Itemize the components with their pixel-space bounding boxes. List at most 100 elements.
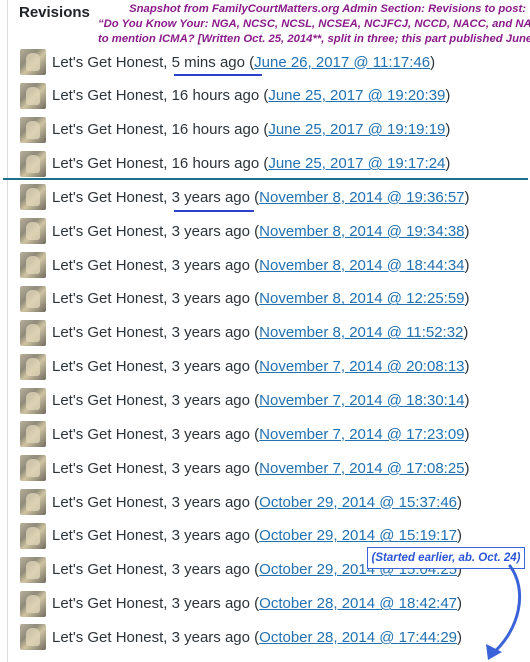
revision-date-link[interactable]: November 7, 2014 @ 20:08:13 [259, 358, 464, 375]
revision-paren-close: ) [464, 256, 470, 274]
revision-time-ago: 16 hours ago [171, 155, 260, 173]
revision-time-ago: 16 hours ago [171, 121, 260, 139]
revision-date-link[interactable]: November 8, 2014 @ 18:44:34 [259, 257, 464, 274]
author-avatar [20, 150, 46, 177]
revision-paren-close: ) [457, 527, 463, 545]
revisions-page: Revisions Snapshot from FamilyCourtMatte… [0, 0, 530, 662]
author-avatar [20, 489, 46, 516]
revision-author: Let's Get Honest, [52, 493, 172, 511]
panel-border [7, 0, 8, 662]
revision-text: Let's Get Honest, 3 years ago (October 2… [52, 527, 462, 544]
revision-author: Let's Get Honest, [52, 425, 172, 443]
revision-author: Let's Get Honest, [52, 358, 172, 376]
revision-text: Let's Get Honest, 3 years ago (October 2… [52, 595, 462, 612]
revision-author: Let's Get Honest, [52, 595, 172, 613]
revision-paren-close: ) [445, 87, 451, 105]
revision-date-link[interactable]: November 8, 2014 @ 11:52:32 [259, 324, 463, 341]
revision-date-link[interactable]: June 25, 2017 @ 19:17:24 [268, 155, 445, 172]
revision-text: Let's Get Honest, 3 years ago (November … [52, 290, 470, 307]
revision-author: Let's Get Honest, [52, 87, 172, 105]
revision-paren-close: ) [464, 459, 470, 477]
revision-date-link[interactable]: November 8, 2014 @ 19:36:57 [259, 189, 464, 206]
revision-date-link[interactable]: October 28, 2014 @ 18:42:47 [259, 595, 457, 612]
revision-paren-open: ( [249, 527, 260, 545]
revision-row: Let's Get Honest, 3 years ago (November … [20, 217, 470, 245]
revision-row: Let's Get Honest, 3 years ago (November … [20, 353, 470, 381]
author-avatar [20, 116, 46, 143]
revision-date-link[interactable]: June 25, 2017 @ 19:19:19 [268, 121, 445, 138]
revision-text: Let's Get Honest, 5 mins ago (June 26, 2… [52, 54, 435, 71]
highlight-underline-3-years [174, 210, 254, 212]
snapshot-note-line-3: to mention ICMA? [Written Oct. 25, 2014*… [98, 33, 530, 45]
snapshot-note-line-2: “Do You Know Your: NGA, NCSC, NCSL, NCSE… [98, 18, 530, 30]
revision-time-ago: 3 years ago [171, 290, 250, 308]
revision-time-ago: 16 hours ago [171, 87, 260, 105]
revision-date-link[interactable]: October 28, 2014 @ 17:44:29 [259, 629, 457, 646]
revision-paren-close: ) [464, 222, 470, 240]
revision-date-link[interactable]: November 8, 2014 @ 12:25:59 [259, 290, 464, 307]
revision-time-ago: 3 years ago [171, 561, 250, 579]
revision-paren-open: ( [249, 392, 260, 409]
revision-author: Let's Get Honest, [52, 324, 172, 342]
revision-author: Let's Get Honest, [52, 628, 172, 646]
highlight-underline-5-mins [174, 74, 262, 76]
revision-paren-open: ( [249, 324, 260, 342]
revision-date-link[interactable]: November 7, 2014 @ 18:30:14 [259, 392, 464, 409]
revision-paren-open: ( [244, 53, 255, 71]
revision-paren-close: ) [445, 121, 451, 139]
revision-paren-open: ( [249, 188, 260, 206]
revision-text: Let's Get Honest, 3 years ago (November … [52, 358, 470, 375]
revision-time-ago: 3 years ago [171, 188, 250, 206]
revision-paren-close: ) [464, 392, 470, 409]
revision-date-link[interactable]: November 8, 2014 @ 19:34:38 [259, 223, 464, 240]
revision-date-link[interactable]: June 26, 2017 @ 11:17:46 [254, 54, 430, 71]
revision-author: Let's Get Honest, [52, 155, 172, 173]
revision-text: Let's Get Honest, 3 years ago (November … [52, 392, 470, 409]
revision-paren-open: ( [249, 358, 260, 376]
revision-time-ago: 3 years ago [171, 392, 250, 409]
revision-text: Let's Get Honest, 3 years ago (November … [52, 426, 470, 443]
revision-row: Let's Get Honest, 16 hours ago (June 25,… [20, 150, 450, 178]
revision-paren-close: ) [464, 358, 470, 376]
revision-paren-close: ) [464, 425, 470, 443]
panel-title: Revisions [19, 4, 90, 21]
author-avatar [20, 556, 46, 583]
revision-author: Let's Get Honest, [52, 121, 172, 139]
revision-paren-open: ( [249, 222, 260, 240]
author-avatar [20, 624, 46, 651]
revision-paren-close: ) [457, 628, 463, 646]
revision-paren-close: ) [445, 155, 451, 173]
author-avatar [20, 184, 46, 211]
revision-time-ago: 3 years ago [171, 595, 250, 613]
snapshot-note-line-1: Snapshot from FamilyCourtMatters.org Adm… [129, 3, 526, 15]
revision-author: Let's Get Honest, [52, 392, 172, 409]
author-avatar [20, 82, 46, 109]
revision-row: Let's Get Honest, 16 hours ago (June 25,… [20, 82, 450, 110]
revision-paren-open: ( [259, 121, 269, 139]
revision-date-link[interactable]: November 7, 2014 @ 17:23:09 [259, 426, 464, 443]
revision-date-link[interactable]: June 25, 2017 @ 19:20:39 [268, 87, 445, 104]
revision-time-ago: 3 years ago [171, 222, 250, 240]
callout-arrow-icon [486, 564, 522, 660]
revision-author: Let's Get Honest, [52, 459, 172, 477]
revision-author: Let's Get Honest, [52, 53, 172, 71]
revision-date-link[interactable]: October 29, 2014 @ 15:37:46 [259, 494, 457, 511]
revision-row: Let's Get Honest, 3 years ago (November … [20, 454, 470, 482]
revision-paren-close: ) [457, 493, 463, 511]
revision-text: Let's Get Honest, 3 years ago (November … [52, 460, 470, 477]
revision-paren-open: ( [249, 493, 260, 511]
revision-row: Let's Get Honest, 3 years ago (October 2… [20, 522, 462, 550]
revision-date-link[interactable]: October 29, 2014 @ 15:19:17 [259, 527, 457, 544]
author-avatar [20, 319, 46, 346]
author-avatar [20, 285, 46, 312]
revision-paren-open: ( [249, 628, 260, 646]
author-avatar [20, 387, 46, 414]
revision-date-link[interactable]: November 7, 2014 @ 17:08:25 [259, 460, 464, 477]
section-divider [3, 178, 528, 180]
revision-author: Let's Get Honest, [52, 290, 172, 308]
author-avatar [20, 218, 46, 245]
revision-author: Let's Get Honest, [52, 188, 172, 206]
revision-time-ago: 3 years ago [171, 256, 250, 274]
revision-paren-close: ) [457, 595, 463, 613]
revision-author: Let's Get Honest, [52, 256, 172, 274]
